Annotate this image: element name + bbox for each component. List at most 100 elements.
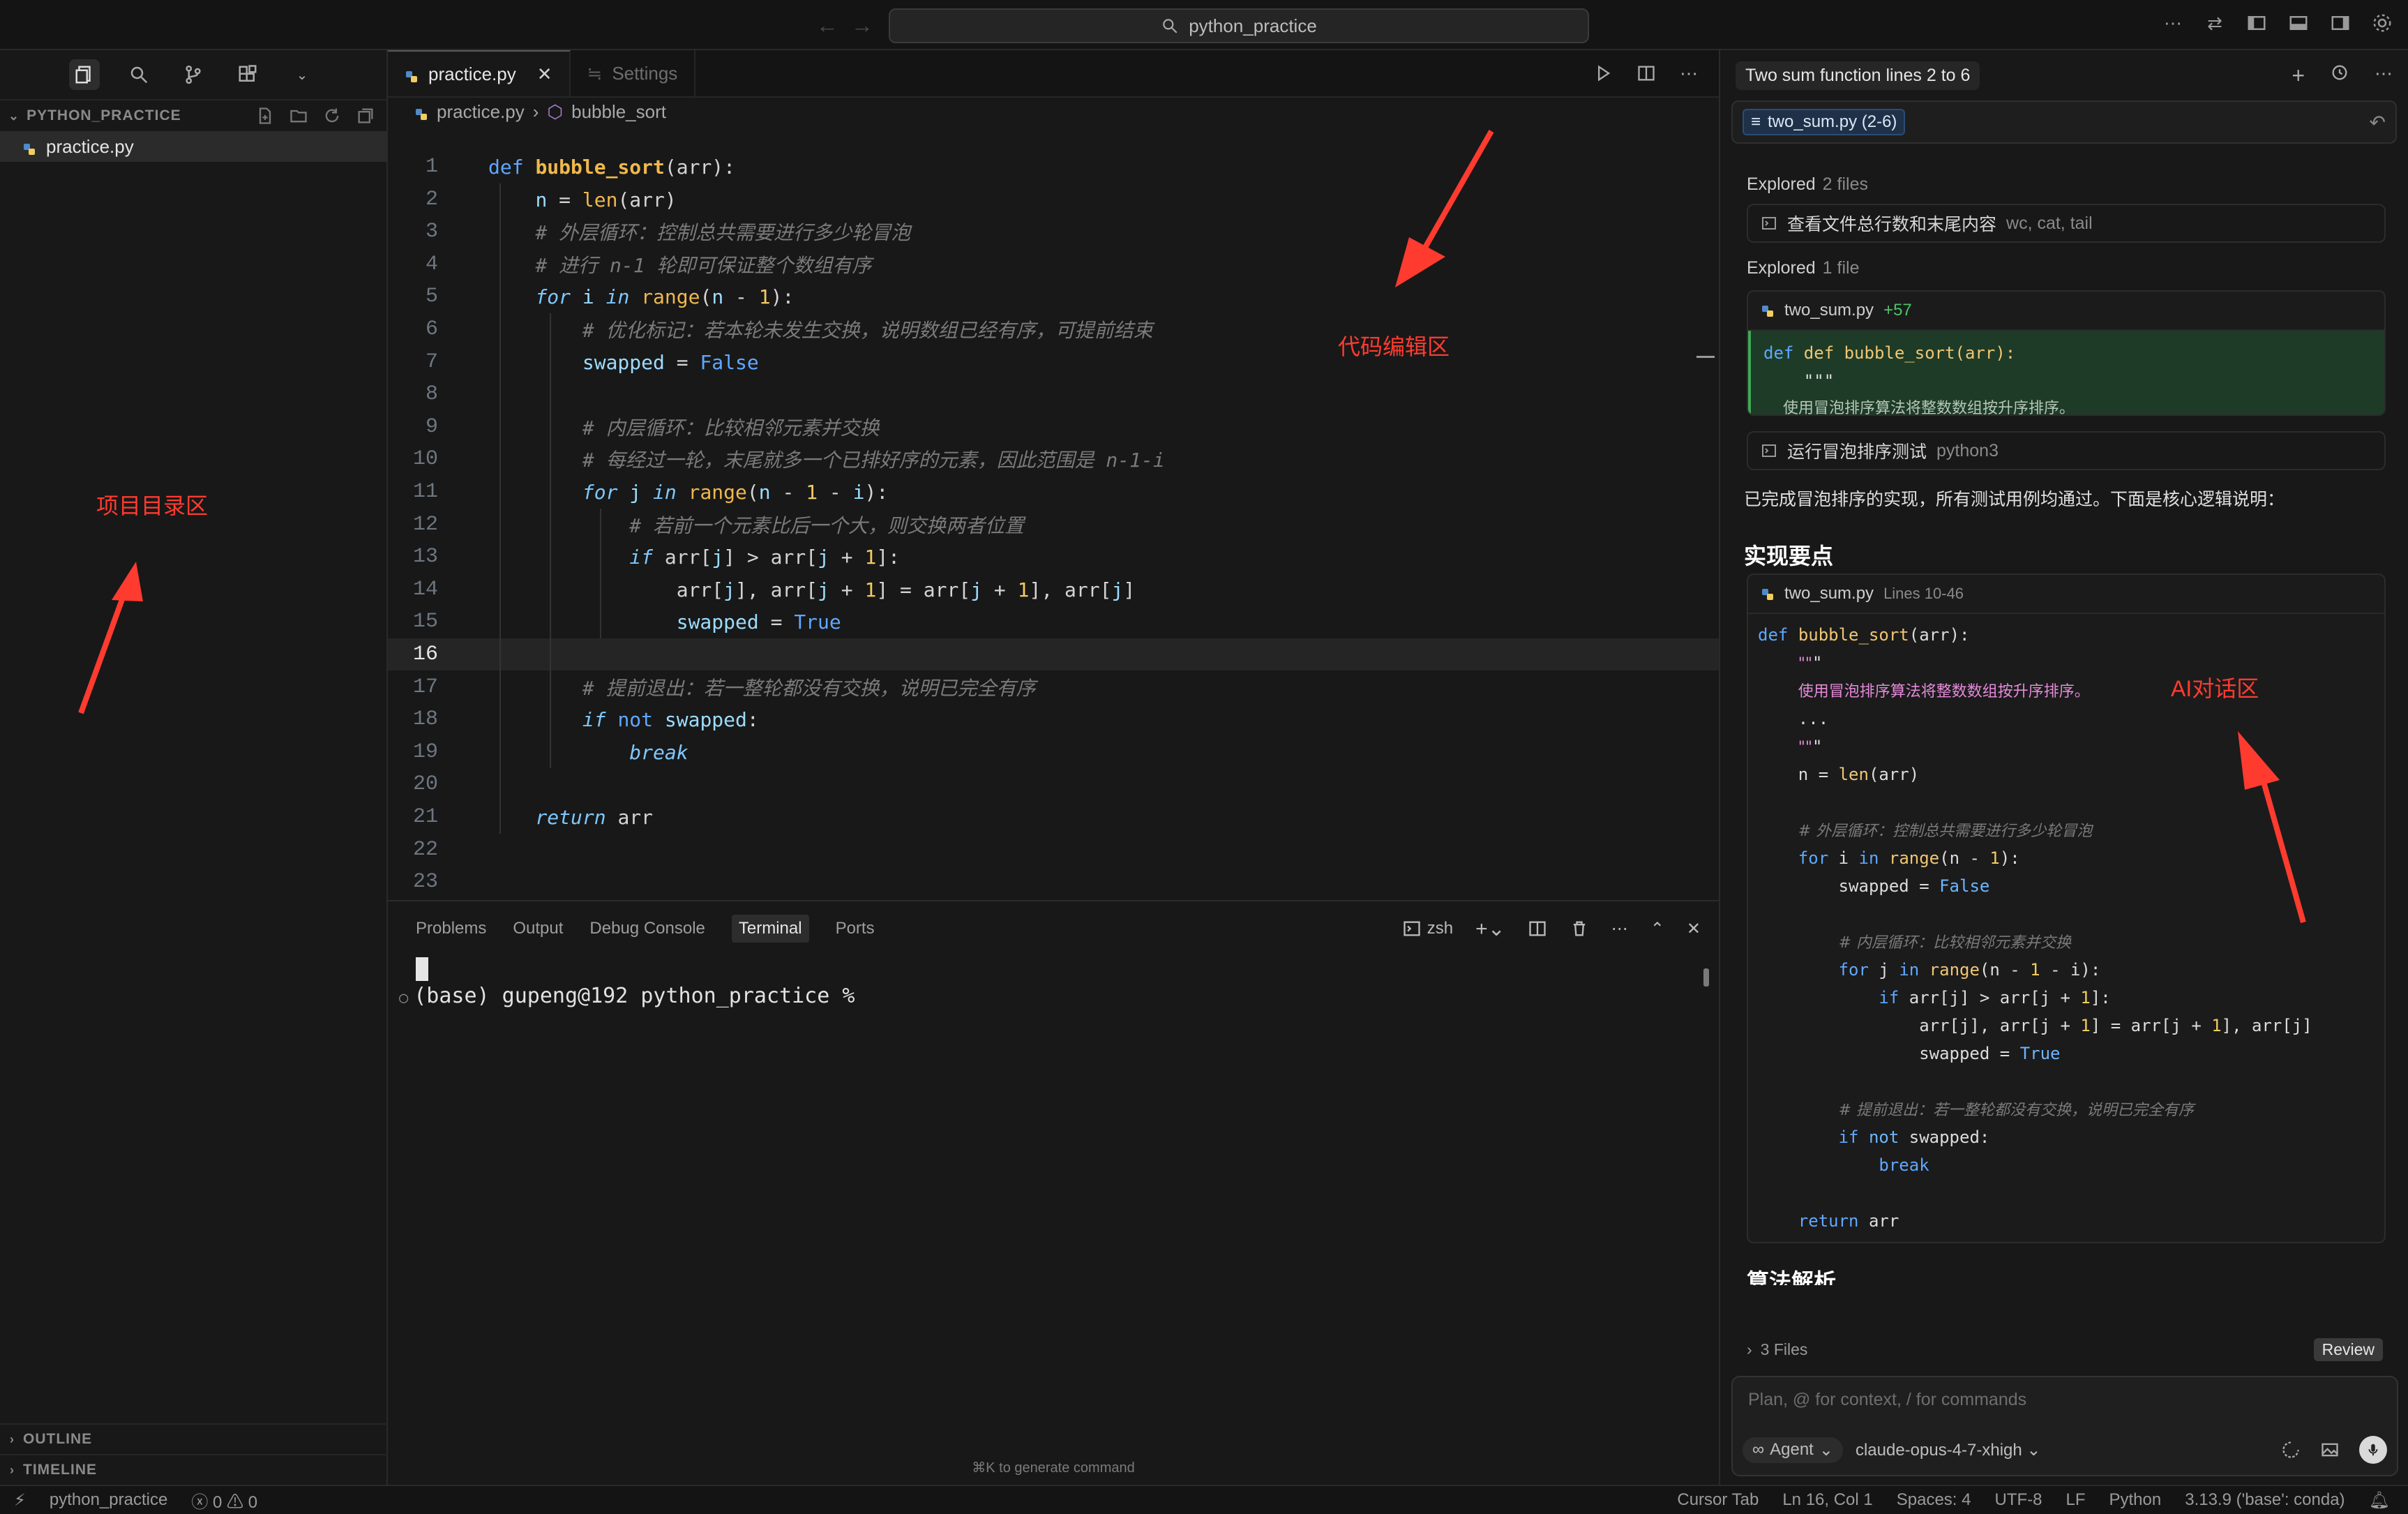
context-chip[interactable]: ≡ two_sum.py (2-6): [1743, 109, 1906, 135]
toggle-sidebar-icon[interactable]: [2246, 13, 2267, 33]
microphone-icon[interactable]: [2359, 1436, 2387, 1464]
split-editor-icon[interactable]: [1636, 63, 1656, 83]
code-line[interactable]: 17 # 提前退出：若一整轮都没有交换，说明已完全有序: [388, 671, 1719, 703]
chat-title[interactable]: Two sum function lines 2 to 6: [1736, 61, 1980, 90]
more-icon[interactable]: ⋯: [2375, 63, 2393, 89]
timeline-section[interactable]: › TIMELINE: [0, 1454, 388, 1485]
code-line[interactable]: 16: [388, 638, 1719, 670]
breadcrumb-symbol[interactable]: bubble_sort: [571, 101, 666, 123]
split-terminal-icon[interactable]: [1528, 919, 1547, 938]
code-line[interactable]: 6 # 优化标记：若本轮未发生交换，说明数组已经有序，可提前结束: [388, 313, 1719, 345]
edit-diff-card[interactable]: two_sum.py +57 def def bubble_sort(arr): …: [1747, 290, 2386, 416]
status-eol[interactable]: LF: [2065, 1490, 2085, 1510]
code-line[interactable]: 4 # 进行 n-1 轮即可保证整个数组有序: [388, 248, 1719, 280]
code-editor[interactable]: 1 def bubble_sort(arr): 2 n = len(arr) 3 # …: [388, 145, 1719, 952]
collapse-all-icon[interactable]: [356, 106, 375, 126]
code-line[interactable]: 1 def bubble_sort(arr):: [388, 151, 1719, 183]
code-line[interactable]: 12 # 若前一个元素比后一个大，则交换两者位置: [388, 509, 1719, 541]
status-project[interactable]: python_practice: [50, 1490, 167, 1510]
problems-status[interactable]: ⓧ 0 ⚠ 0: [191, 1488, 257, 1513]
tab-practice-py[interactable]: practice.py ✕: [388, 50, 571, 96]
model-selector[interactable]: claude-opus-4-7-xhigh ⌄: [1856, 1440, 2041, 1460]
code-line[interactable]: 20: [388, 768, 1719, 800]
tab-problems[interactable]: Problems: [416, 919, 486, 938]
more-icon[interactable]: ⋯: [1611, 919, 1628, 939]
undo-icon[interactable]: ↶: [2370, 111, 2386, 134]
tab-settings[interactable]: ≒ Settings: [571, 50, 696, 96]
chat-composer[interactable]: Plan, @ for context, / for commands ∞ Age…: [1731, 1376, 2398, 1476]
review-button[interactable]: Review: [2313, 1337, 2383, 1361]
trash-icon[interactable]: [1570, 919, 1589, 938]
tool-call[interactable]: 运行冒泡排序测试 python3: [1747, 431, 2386, 470]
status-cursor-tab[interactable]: Cursor Tab: [1677, 1490, 1759, 1510]
status-language[interactable]: Python: [2109, 1490, 2162, 1510]
chevron-down-icon[interactable]: ⌄: [287, 59, 317, 90]
status-encoding[interactable]: UTF-8: [1994, 1490, 2042, 1510]
explored-status[interactable]: Explored 1 file: [1747, 254, 2386, 282]
tab-terminal[interactable]: Terminal: [731, 915, 809, 943]
extensions-icon[interactable]: [232, 59, 263, 90]
scrollbar-thumb[interactable]: [1696, 356, 1715, 358]
remote-icon[interactable]: ⚡︎: [14, 1490, 26, 1511]
toggle-secondary-sidebar-icon[interactable]: [2330, 13, 2351, 33]
close-panel-icon[interactable]: ✕: [1687, 919, 1701, 939]
toggle-panel-icon[interactable]: [2288, 13, 2309, 33]
tab-debug-console[interactable]: Debug Console: [589, 919, 705, 938]
outline-section[interactable]: › OUTLINE: [0, 1423, 388, 1454]
new-folder-icon[interactable]: [289, 106, 308, 126]
terminal[interactable]: ○ (base) gupeng@192 python_practice %: [388, 956, 1719, 1008]
code-line[interactable]: 8: [388, 378, 1719, 410]
line-text: # 内层循环：比较相邻元素并交换: [582, 417, 880, 440]
code-line[interactable]: 2 n = len(arr): [388, 183, 1719, 216]
file-tree-item[interactable]: practice.py: [0, 131, 386, 162]
code-line[interactable]: 14 arr[j], arr[j + 1] = arr[j + 1], arr[…: [388, 574, 1719, 606]
agent-mode-selector[interactable]: ∞ Agent ⌄: [1743, 1437, 1843, 1463]
source-control-icon[interactable]: [178, 59, 209, 90]
refresh-icon[interactable]: [322, 106, 342, 126]
code-line[interactable]: 9 # 内层循环：比较相邻元素并交换: [388, 411, 1719, 443]
more-icon[interactable]: ⋯: [1680, 63, 1698, 84]
command-center-search[interactable]: python_practice: [889, 8, 1589, 43]
more-icon[interactable]: ⋯: [2162, 13, 2183, 33]
tab-output[interactable]: Output: [513, 919, 563, 938]
code-line[interactable]: 5 for i in range(n - 1):: [388, 280, 1719, 313]
new-chat-icon[interactable]: +: [2292, 63, 2305, 89]
code-line[interactable]: 11 for j in range(n - 1 - i):: [388, 476, 1719, 508]
image-icon[interactable]: [2320, 1440, 2340, 1460]
status-position[interactable]: Ln 16, Col 1: [1782, 1490, 1872, 1510]
code-line[interactable]: 21 return arr: [388, 801, 1719, 833]
code-line[interactable]: 3 # 外层循环：控制总共需要进行多少轮冒泡: [388, 216, 1719, 248]
terminal-scrollbar[interactable]: [1703, 968, 1709, 987]
tab-ports[interactable]: Ports: [836, 919, 875, 938]
code-line[interactable]: 15 swapped = True: [388, 606, 1719, 638]
python-file-icon: [405, 67, 419, 82]
new-terminal-icon[interactable]: +⌄: [1475, 917, 1505, 941]
code-line[interactable]: 18 if not swapped:: [388, 703, 1719, 735]
bell-icon[interactable]: 🔔︎: [2369, 1490, 2390, 1511]
status-spaces[interactable]: Spaces: 4: [1897, 1490, 1971, 1510]
new-file-icon[interactable]: [255, 106, 275, 126]
nav-arrows[interactable]: ←→: [816, 13, 886, 38]
maximize-panel-icon[interactable]: ⌃: [1650, 919, 1664, 939]
code-line[interactable]: 10 # 每经过一轮，末尾就多一个已排好序的元素，因此范围是 n-1-i: [388, 443, 1719, 475]
terminal-shell-selector[interactable]: zsh: [1402, 919, 1453, 938]
explored-status[interactable]: Explored 2 files: [1747, 170, 2386, 198]
settings-gear-icon[interactable]: [2372, 13, 2393, 33]
run-icon[interactable]: [1593, 63, 1613, 83]
code-line[interactable]: 13 if arr[j] > arr[j + 1]:: [388, 541, 1719, 573]
code-card-range: Lines 10-46: [1883, 585, 1964, 602]
close-icon[interactable]: ✕: [537, 63, 552, 85]
search-icon[interactable]: [123, 59, 154, 90]
code-line[interactable]: 19 break: [388, 736, 1719, 768]
explorer-section-header[interactable]: ⌄ PYTHON_PRACTICE: [0, 100, 386, 131]
history-icon[interactable]: [2330, 63, 2349, 82]
sync-icon[interactable]: ⇄: [2204, 13, 2225, 33]
tool-call[interactable]: 查看文件总行数和末尾内容 wc, cat, tail: [1747, 204, 2386, 243]
code-line[interactable]: 7 swapped = False: [388, 346, 1719, 378]
changed-files-bar[interactable]: › 3 Files Review: [1747, 1335, 2383, 1363]
status-interpreter[interactable]: 3.13.9 ('base': conda): [2185, 1490, 2345, 1510]
explorer-icon[interactable]: [69, 59, 100, 90]
breadcrumb-file[interactable]: practice.py: [437, 101, 525, 123]
code-line[interactable]: 23: [388, 866, 1719, 898]
code-line[interactable]: 22: [388, 834, 1719, 866]
